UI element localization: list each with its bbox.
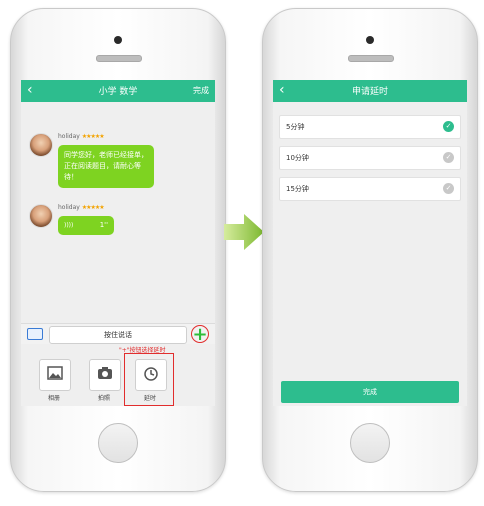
chat-navbar: ‹ 小学 数学 完成: [21, 80, 215, 102]
option-10min[interactable]: 10分钟 ✓: [279, 146, 461, 170]
album-label: 相册: [47, 395, 60, 402]
phone-delay: ‹ 申请延时 5分钟 ✓ 10分钟 ✓ 15分钟 ✓ 完成: [262, 8, 478, 492]
message-bubble: 同学您好，老师已经接单，正在阅读题目，请耐心等待！: [58, 145, 154, 188]
camera-button[interactable]: [89, 359, 121, 391]
option-15min[interactable]: 15分钟 ✓: [279, 177, 461, 201]
page-title: 小学 数学: [98, 87, 138, 97]
chat-screen: ‹ 小学 数学 完成 holiday ★★★★★ 同学您好，老师已经接单，正在阅…: [21, 80, 215, 406]
done-button[interactable]: 完成: [193, 85, 209, 96]
image-icon: [40, 366, 70, 384]
sender-name-text: holiday: [58, 133, 80, 140]
home-button[interactable]: [350, 423, 390, 463]
delay-options: 5分钟 ✓ 10分钟 ✓ 15分钟 ✓: [279, 115, 461, 208]
album-button[interactable]: [39, 359, 71, 391]
front-camera: [114, 36, 122, 44]
chat-input-bar: 按住说话 +: [21, 323, 215, 344]
check-icon: ✓: [443, 121, 454, 132]
phone-chat: ‹ 小学 数学 完成 holiday ★★★★★ 同学您好，老师已经接单，正在阅…: [10, 8, 226, 492]
sender-name: holiday ★★★★★: [58, 133, 105, 140]
camera-icon: [90, 366, 120, 384]
page-title: 申请延时: [351, 87, 388, 97]
option-5min[interactable]: 5分钟 ✓: [279, 115, 461, 139]
avatar: [29, 133, 53, 157]
voice-icon: )))): [64, 222, 74, 229]
done-button[interactable]: 完成: [281, 381, 459, 403]
rating-stars: ★★★★★: [81, 204, 105, 211]
arrow-icon: [222, 210, 266, 258]
plus-button[interactable]: +: [191, 325, 209, 344]
check-icon: ✓: [443, 183, 454, 194]
sender-name: holiday ★★★★★: [58, 204, 105, 211]
avatar: [29, 204, 53, 228]
delay-navbar: ‹ 申请延时: [273, 80, 467, 102]
highlight-box: [124, 353, 174, 406]
rating-stars: ★★★★★: [81, 133, 105, 140]
check-icon: ✓: [443, 152, 454, 163]
home-button[interactable]: [98, 423, 138, 463]
option-label: 10分钟: [286, 154, 309, 162]
hold-to-talk-button[interactable]: 按住说话: [49, 326, 187, 344]
voice-duration: 1'': [99, 221, 108, 229]
option-label: 15分钟: [286, 185, 309, 193]
earpiece-speaker: [96, 55, 142, 62]
sender-name-text: holiday: [58, 204, 80, 211]
camera-label: 拍照: [97, 395, 110, 402]
front-camera: [366, 36, 374, 44]
option-label: 5分钟: [286, 123, 305, 131]
keyboard-icon[interactable]: [27, 328, 43, 340]
tools-panel: 相册 拍照 延时: [21, 351, 215, 406]
earpiece-speaker: [348, 55, 394, 62]
delay-screen: ‹ 申请延时 5分钟 ✓ 10分钟 ✓ 15分钟 ✓ 完成: [273, 80, 467, 406]
voice-message-bubble[interactable]: )))) 1'': [58, 216, 114, 235]
